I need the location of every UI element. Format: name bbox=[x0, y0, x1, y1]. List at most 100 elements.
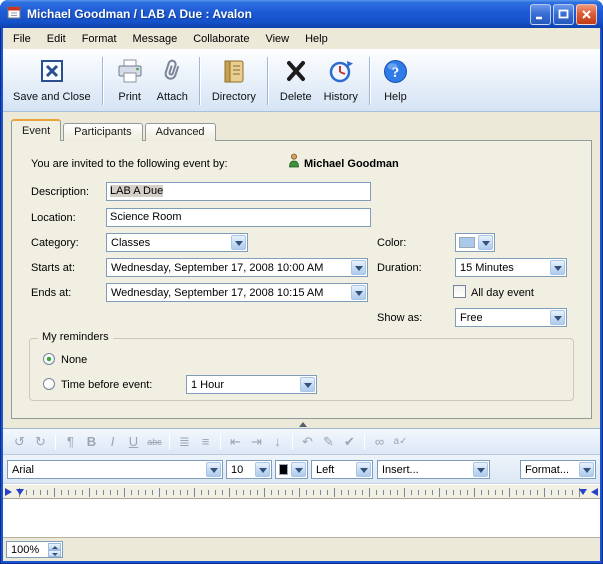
format-separator bbox=[55, 434, 56, 450]
svg-text:?: ? bbox=[392, 65, 400, 81]
show-as-value: Free bbox=[460, 310, 548, 326]
client-area: File Edit Format Message Collaborate Vie… bbox=[3, 28, 600, 561]
chevron-down-icon bbox=[300, 377, 315, 392]
left-indent-marker[interactable] bbox=[16, 489, 24, 495]
all-day-label[interactable]: All day event bbox=[471, 287, 534, 299]
zoom-control[interactable]: 100% bbox=[6, 541, 63, 558]
starts-at-dropdown[interactable]: Wednesday, September 17, 2008 10:00 AM bbox=[106, 258, 368, 277]
ruler bbox=[3, 484, 600, 499]
reminder-time-before-radio[interactable] bbox=[43, 378, 55, 390]
delete-button[interactable]: Delete bbox=[274, 53, 318, 109]
save-and-close-button[interactable]: Save and Close bbox=[7, 53, 97, 109]
underline-icon: U bbox=[123, 432, 144, 452]
ruler-minor-ticks bbox=[19, 490, 584, 495]
font-color-swatch bbox=[279, 464, 288, 475]
menu-message[interactable]: Message bbox=[125, 30, 186, 48]
event-tab-panel: You are invited to the following event b… bbox=[11, 140, 592, 419]
splitter-collapse-arrow[interactable] bbox=[299, 422, 307, 427]
insert-break-icon: ↓ bbox=[267, 432, 288, 452]
window-calendar-icon[interactable] bbox=[6, 4, 22, 25]
chevron-down-icon bbox=[356, 462, 371, 477]
title-bar: Michael Goodman / LAB A Due : Avalon bbox=[0, 0, 603, 28]
color-dropdown[interactable] bbox=[455, 233, 495, 252]
tab-event[interactable]: Event bbox=[11, 119, 61, 141]
chevron-down-icon bbox=[478, 235, 493, 250]
font-toolbar: Arial 10 Left Insert... Format... bbox=[3, 455, 600, 484]
menu-file[interactable]: File bbox=[5, 30, 39, 48]
delete-icon bbox=[284, 58, 308, 90]
color-label: Color: bbox=[377, 237, 406, 249]
menu-help[interactable]: Help bbox=[297, 30, 336, 48]
category-value: Classes bbox=[111, 235, 229, 251]
my-reminders-label: My reminders bbox=[38, 331, 113, 343]
menu-format[interactable]: Format bbox=[74, 30, 125, 48]
zoom-value: 100% bbox=[11, 543, 39, 557]
chevron-down-icon bbox=[206, 462, 221, 477]
reminder-none-label[interactable]: None bbox=[61, 354, 87, 366]
show-as-dropdown[interactable]: Free bbox=[455, 308, 567, 327]
directory-button[interactable]: Directory bbox=[206, 53, 262, 109]
right-indent-marker[interactable] bbox=[579, 489, 587, 495]
insert-dropdown[interactable]: Insert... bbox=[377, 460, 490, 479]
font-size-value: 10 bbox=[231, 462, 253, 478]
ends-at-value: Wednesday, September 17, 2008 10:15 AM bbox=[111, 285, 349, 301]
numbered-list-icon: ≡ bbox=[195, 432, 216, 452]
location-input[interactable]: Science Room bbox=[106, 208, 371, 227]
font-family-dropdown[interactable]: Arial bbox=[7, 460, 223, 479]
history-button[interactable]: History bbox=[318, 53, 364, 109]
starts-at-label: Starts at: bbox=[31, 262, 75, 274]
zoom-down-icon[interactable] bbox=[48, 550, 61, 557]
status-bar: 100% bbox=[3, 537, 600, 561]
reminder-time-dropdown[interactable]: 1 Hour bbox=[186, 375, 317, 394]
ends-at-dropdown[interactable]: Wednesday, September 17, 2008 10:15 AM bbox=[106, 283, 368, 302]
spell-check-icon: a✓ bbox=[390, 432, 411, 452]
organizer-name: Michael Goodman bbox=[304, 158, 399, 170]
chevron-down-icon bbox=[473, 462, 488, 477]
close-button[interactable] bbox=[576, 4, 597, 25]
bullet-list-icon: ≣ bbox=[174, 432, 195, 452]
indent-icon: ⇥ bbox=[246, 432, 267, 452]
tab-participants[interactable]: Participants bbox=[63, 123, 142, 141]
left-margin-marker[interactable] bbox=[5, 488, 12, 496]
maximize-button[interactable] bbox=[553, 4, 574, 25]
description-input[interactable]: LAB A Due bbox=[106, 182, 371, 201]
duration-dropdown[interactable]: 15 Minutes bbox=[455, 258, 567, 277]
category-dropdown[interactable]: Classes bbox=[106, 233, 248, 252]
font-color-dropdown[interactable] bbox=[275, 460, 308, 479]
ends-at-label: Ends at: bbox=[31, 287, 71, 299]
help-button[interactable]: ? Help bbox=[376, 53, 415, 109]
revert-icon: ↶ bbox=[297, 432, 318, 452]
all-day-checkbox[interactable] bbox=[453, 285, 466, 298]
reminder-none-radio[interactable] bbox=[43, 353, 55, 365]
menu-edit[interactable]: Edit bbox=[39, 30, 74, 48]
toolbar-separator bbox=[199, 57, 201, 105]
attach-button[interactable]: Attach bbox=[151, 53, 194, 109]
minimize-button[interactable] bbox=[530, 4, 551, 25]
main-toolbar: Save and Close Print bbox=[3, 49, 600, 112]
chevron-down-icon bbox=[291, 462, 306, 477]
approve-icon: ✔ bbox=[339, 432, 360, 452]
directory-icon bbox=[219, 58, 249, 90]
save-and-close-icon bbox=[38, 58, 66, 90]
tab-advanced[interactable]: Advanced bbox=[145, 123, 216, 141]
format-dropdown[interactable]: Format... bbox=[520, 460, 596, 479]
menu-collaborate[interactable]: Collaborate bbox=[185, 30, 257, 48]
reminder-time-before-label[interactable]: Time before event: bbox=[61, 379, 152, 391]
alignment-dropdown[interactable]: Left bbox=[311, 460, 373, 479]
strikethrough-icon: abc bbox=[144, 432, 165, 452]
font-family-value: Arial bbox=[12, 462, 204, 478]
chevron-down-icon bbox=[351, 260, 366, 275]
right-margin-marker[interactable] bbox=[591, 488, 598, 496]
history-icon bbox=[327, 58, 355, 90]
print-button[interactable]: Print bbox=[109, 53, 151, 109]
location-label: Location: bbox=[31, 212, 76, 224]
format-separator bbox=[364, 434, 365, 450]
message-body-area[interactable] bbox=[3, 499, 600, 537]
show-as-label: Show as: bbox=[377, 312, 422, 324]
font-size-dropdown[interactable]: 10 bbox=[226, 460, 272, 479]
menu-view[interactable]: View bbox=[257, 30, 297, 48]
zoom-up-icon[interactable] bbox=[48, 543, 61, 550]
format-separator bbox=[169, 434, 170, 450]
person-icon bbox=[288, 153, 300, 173]
toolbar-separator bbox=[369, 57, 371, 105]
